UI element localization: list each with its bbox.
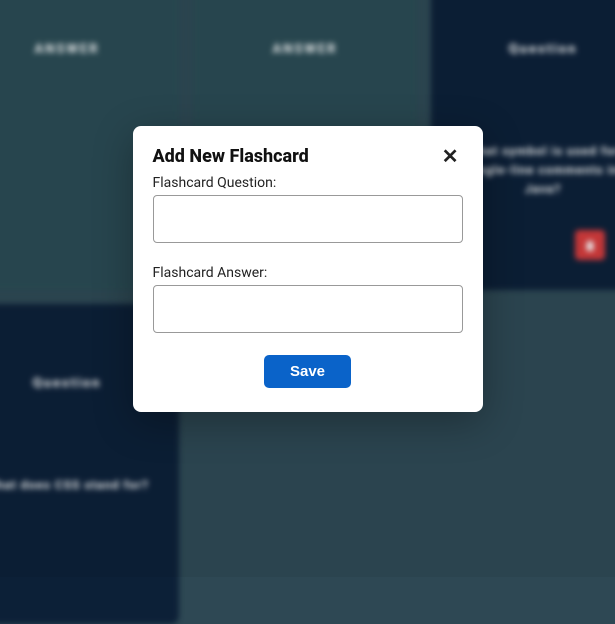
modal-title: Add New Flashcard (153, 146, 309, 167)
answer-label: Flashcard Answer: (153, 265, 463, 281)
question-input[interactable] (153, 195, 463, 243)
modal-overlay: Add New Flashcard ✕ Flashcard Question: … (0, 0, 615, 577)
answer-input[interactable] (153, 285, 463, 333)
add-flashcard-modal: Add New Flashcard ✕ Flashcard Question: … (133, 126, 483, 412)
close-button[interactable]: ✕ (438, 144, 463, 169)
question-label: Flashcard Question: (153, 175, 463, 191)
save-button[interactable]: Save (264, 355, 351, 388)
close-icon: ✕ (442, 146, 459, 168)
